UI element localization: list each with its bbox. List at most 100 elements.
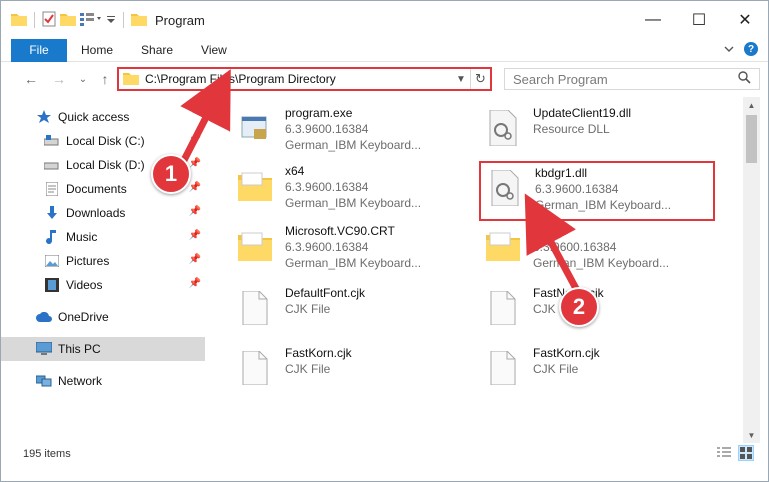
file-item-microsoft-vc90-crt-folder[interactable]: Microsoft.VC90.CRT 6.3.9600.16384 German… (233, 223, 473, 273)
search-icon[interactable] (738, 71, 751, 87)
pin-icon[interactable]: 📌 (189, 278, 201, 289)
help-icon[interactable]: ? (744, 42, 758, 56)
tab-home[interactable]: Home (67, 39, 127, 62)
file-item-fastnorm-cjk[interactable]: FastNorm.cjk CJK File (481, 285, 721, 335)
file-description: German_IBM Keyboard... (285, 256, 422, 270)
explorer-window: Program — ☐ ✕ File Home Share View ? ← →… (0, 0, 769, 482)
file-name: FastKorn.cjk (533, 346, 600, 360)
sidebar-item-music[interactable]: Music 📌 (43, 225, 205, 249)
file-item-x64-folder[interactable]: x64 6.3.9600.16384 German_IBM Keyboard..… (233, 163, 473, 213)
file-type: CJK File (285, 362, 331, 376)
file-item-kbdgr1-dll[interactable]: kbdgr1.dll 6.3.9600.16384 German_IBM Key… (479, 161, 715, 221)
pin-icon[interactable]: 📌 (189, 206, 201, 217)
maximize-button[interactable]: ☐ (676, 1, 722, 39)
chevron-down-icon[interactable]: ▼ (452, 74, 470, 85)
file-name: Microsoft.VC90.CRT (285, 224, 395, 238)
file-description: German_IBM Keyboard... (285, 196, 422, 210)
file-version: 6.3.9600.16384 (285, 122, 369, 136)
file-icon (233, 345, 277, 391)
dll-icon (483, 165, 527, 211)
tab-file[interactable]: File (11, 38, 67, 62)
sidebar-item-pictures[interactable]: Pictures 📌 (43, 249, 205, 273)
pin-icon[interactable]: 📌 (189, 254, 201, 265)
sidebar-item-downloads[interactable]: Downloads 📌 (43, 201, 205, 225)
folder-icon (131, 12, 147, 29)
pin-icon[interactable]: 📌 (189, 158, 201, 169)
file-description: German_IBM Keyboard... (535, 198, 672, 212)
file-item-updateclient19-dll[interactable]: UpdateClient19.dll Resource DLL (481, 105, 721, 155)
pin-icon[interactable]: 📌 (189, 230, 201, 241)
folder-icon (481, 223, 525, 269)
sidebar-item-quick-access[interactable]: Quick access (35, 105, 205, 129)
sidebar-item-label: Local Disk (D:) (66, 158, 145, 172)
pictures-icon (43, 255, 61, 267)
file-item-defaultfont-cjk[interactable]: DefaultFont.cjk CJK File (233, 285, 473, 335)
refresh-icon[interactable]: ↻ (470, 69, 490, 89)
forward-button[interactable]: → (49, 69, 69, 89)
close-button[interactable]: ✕ (722, 1, 768, 39)
scroll-up-icon[interactable]: ▲ (743, 97, 760, 113)
file-type: Resource DLL (533, 122, 610, 136)
separator (123, 12, 124, 28)
details-view-icon[interactable] (716, 445, 732, 461)
address-bar[interactable]: C:\Program Files\Program Directory ▼ ↻ (117, 67, 492, 91)
search-input[interactable] (513, 71, 713, 87)
minimize-button[interactable]: — (630, 1, 676, 39)
expand-ribbon-icon[interactable] (724, 42, 734, 56)
new-folder-icon[interactable] (60, 12, 76, 29)
dll-icon (481, 105, 525, 151)
file-version: 6.3.9600.16384 (535, 182, 619, 196)
tab-share[interactable]: Share (127, 39, 187, 62)
folder-icon (123, 71, 139, 88)
file-name: program.exe (285, 106, 353, 120)
sidebar-item-label: Network (58, 374, 103, 388)
window-controls: — ☐ ✕ (630, 1, 768, 39)
file-description: German_IBM Keyboard... (533, 256, 670, 270)
sidebar-item-this-pc[interactable]: This PC (1, 337, 205, 361)
annotation-step-2: 2 (559, 287, 599, 327)
tab-view[interactable]: View (187, 39, 241, 62)
sidebar-item-local-disk-c[interactable]: Local Disk (C:) 📌 (43, 129, 205, 153)
pin-icon[interactable]: 📌 (189, 182, 201, 193)
sidebar-item-videos[interactable]: Videos 📌 (43, 273, 205, 297)
file-name: DefaultFont.cjk (285, 286, 366, 300)
customize-toolbar-icon[interactable] (106, 13, 116, 27)
file-icon (481, 285, 525, 331)
file-name: UpdateClient19.dll (533, 106, 632, 120)
file-type: CJK File (285, 302, 331, 316)
documents-icon (43, 182, 61, 196)
sidebar-item-network[interactable]: Network (35, 369, 205, 393)
view-switcher (716, 445, 754, 461)
file-version: 6.3.9600.16384 (285, 240, 369, 254)
back-button[interactable]: ← (21, 69, 41, 89)
file-item-fastkorn-cjk[interactable]: FastKorn.cjk CJK File (233, 345, 473, 395)
tiles-view-icon[interactable] (738, 445, 754, 461)
sidebar-item-onedrive[interactable]: OneDrive (35, 305, 205, 329)
scrollbar-thumb[interactable] (746, 115, 757, 163)
file-item-x86-folder[interactable]: x86 6.3.9600.16384 German_IBM Keyboard..… (481, 223, 721, 273)
view-options-icon[interactable] (80, 12, 102, 29)
properties-icon[interactable] (42, 11, 56, 30)
exe-icon (233, 105, 277, 151)
recent-locations-button[interactable]: ⌄ (73, 69, 93, 89)
ribbon-tabs: File Home Share View ? (1, 38, 768, 62)
file-type: CJK File (533, 362, 579, 376)
annotation-step-1: 1 (151, 154, 191, 194)
sidebar-item-label: Pictures (66, 254, 110, 268)
address-path[interactable]: C:\Program Files\Program Directory (145, 72, 452, 86)
folder-icon (233, 163, 277, 209)
up-button[interactable]: ↑ (95, 69, 115, 89)
file-list: program.exe 6.3.9600.16384 German_IBM Ke… (209, 97, 743, 437)
sidebar-item-label: Videos (66, 278, 103, 292)
file-item-fastkorn-cjk-2[interactable]: FastKorn.cjk CJK File (481, 345, 721, 395)
pin-icon[interactable]: 📌 (189, 134, 201, 145)
file-version: 6.3.9600.16384 (533, 240, 617, 254)
file-name: x64 (285, 164, 305, 178)
search-box[interactable] (504, 68, 760, 90)
file-item-program-exe[interactable]: program.exe 6.3.9600.16384 German_IBM Ke… (233, 105, 473, 155)
sidebar-item-label: OneDrive (58, 310, 109, 324)
scroll-down-icon[interactable]: ▼ (743, 427, 760, 443)
vertical-scrollbar[interactable]: ▲ ▼ (743, 97, 760, 443)
navigation-pane: Quick access Local Disk (C:) 📌 Local Dis… (1, 97, 208, 437)
download-icon (43, 206, 61, 220)
